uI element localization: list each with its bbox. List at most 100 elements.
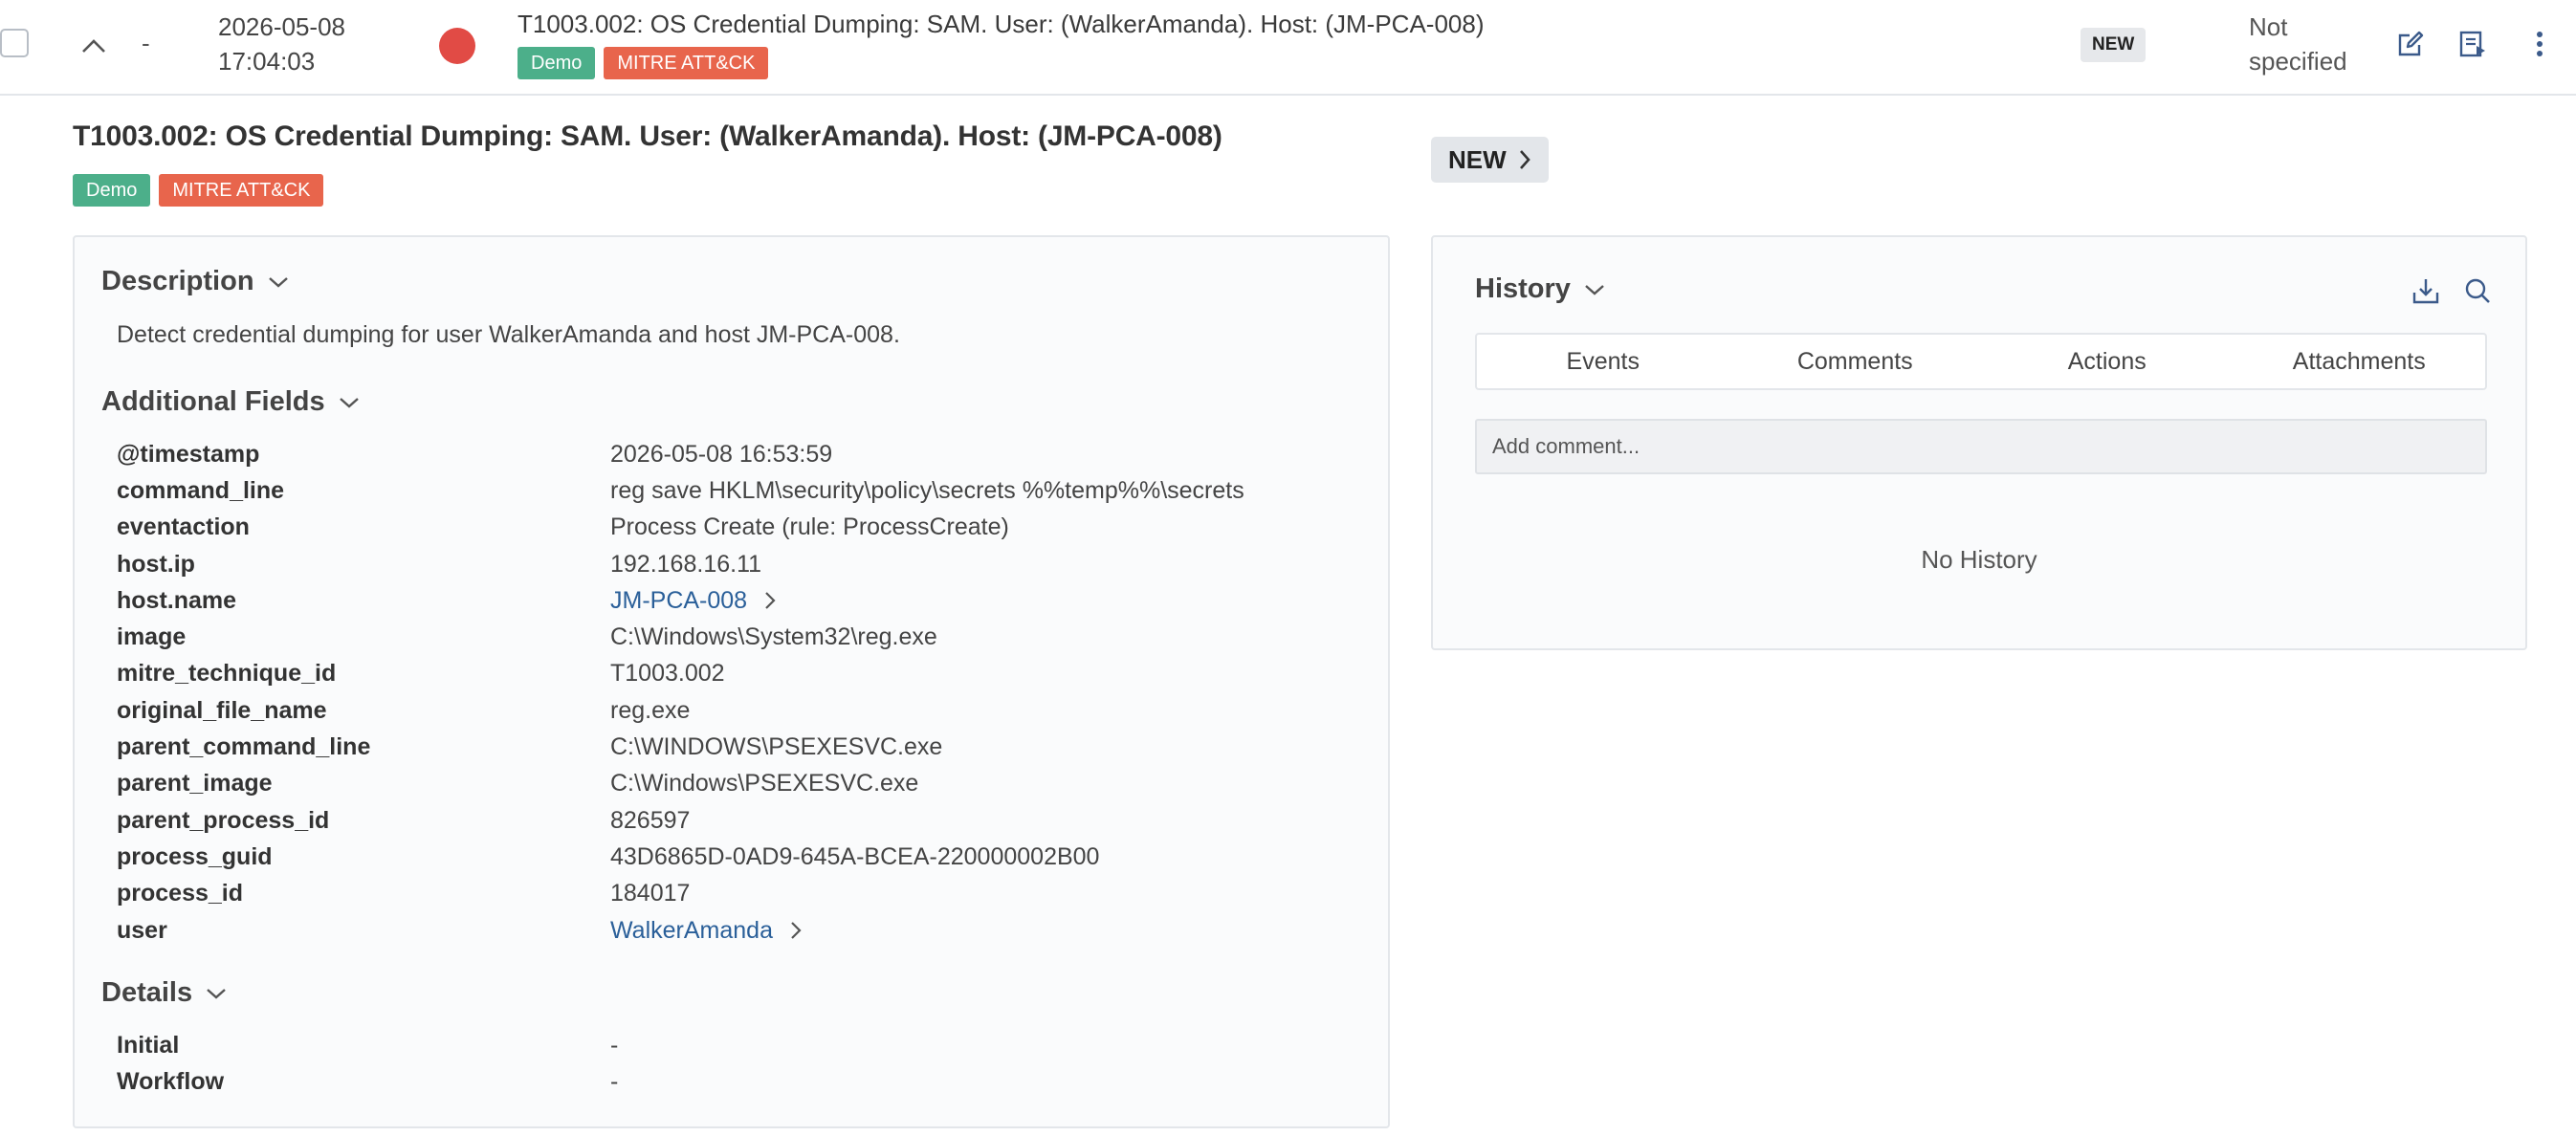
field-key: parent_process_id bbox=[117, 806, 330, 834]
collapse-row-button[interactable] bbox=[77, 29, 111, 63]
field-key: mitre_technique_id bbox=[117, 660, 337, 688]
more-menu-button[interactable] bbox=[2522, 27, 2557, 61]
chevron-right-icon bbox=[1519, 150, 1530, 169]
additional-fields-section-toggle[interactable]: Additional Fields bbox=[101, 386, 360, 418]
field-row: original_file_name reg.exe bbox=[117, 692, 1360, 729]
field-key: parent_command_line bbox=[117, 733, 371, 761]
field-key: process_guid bbox=[117, 842, 273, 870]
tag-demo[interactable]: Demo bbox=[73, 174, 151, 207]
field-row: command_line reg save HKLM\security\poli… bbox=[117, 472, 1360, 509]
user-value[interactable]: WalkerAmanda bbox=[610, 917, 773, 945]
history-section-toggle[interactable]: History bbox=[1475, 273, 1605, 305]
alert-datetime: 2026-05-08 17:04:03 bbox=[218, 10, 345, 78]
field-key: user bbox=[117, 916, 167, 944]
field-row: eventaction Process Create (rule: Proces… bbox=[117, 510, 1360, 546]
tag-mitre[interactable]: MITRE ATT&CK bbox=[604, 47, 769, 79]
run-playbook-icon bbox=[2459, 31, 2485, 57]
field-row: process_guid 43D6865D-0AD9-645A-BCEA-220… bbox=[117, 839, 1360, 875]
field-value: Process Create (rule: ProcessCreate) bbox=[610, 513, 1009, 541]
more-vertical-icon bbox=[2537, 32, 2543, 56]
alert-row[interactable]: - 2026-05-08 17:04:03 T1003.002: OS Cred… bbox=[0, 0, 2576, 96]
field-value: 826597 bbox=[610, 806, 691, 834]
field-value: reg save HKLM\security\policy\secrets %%… bbox=[610, 476, 1244, 504]
download-history-button[interactable] bbox=[2407, 272, 2445, 310]
field-value: - bbox=[610, 1067, 619, 1095]
field-row: @timestamp 2026-05-08 16:53:59 bbox=[117, 436, 1360, 472]
field-value: C:\Windows\PSEXESVC.exe bbox=[610, 770, 919, 797]
history-tabs: Events Comments Actions Attachments bbox=[1475, 333, 2487, 390]
additional-fields-heading: Additional Fields bbox=[101, 386, 325, 417]
user-link[interactable]: WalkerAmanda bbox=[610, 917, 802, 945]
alert-detail-tags: Demo MITRE ATT&CK bbox=[73, 174, 324, 207]
tab-actions[interactable]: Actions bbox=[1981, 335, 2234, 388]
edit-icon bbox=[2398, 31, 2424, 56]
alert-detail-title: T1003.002: OS Credential Dumping: SAM. U… bbox=[73, 120, 1222, 152]
field-key: host.ip bbox=[117, 550, 195, 578]
host-name-value[interactable]: JM-PCA-008 bbox=[610, 587, 747, 615]
download-icon bbox=[2412, 279, 2439, 304]
status-transition-button[interactable]: NEW bbox=[1431, 137, 1549, 183]
field-row: mitre_technique_id T1003.002 bbox=[117, 656, 1360, 692]
field-row: parent_image C:\Windows\PSEXESVC.exe bbox=[117, 766, 1360, 802]
chevron-right-icon bbox=[791, 922, 802, 939]
history-panel: History Events Comments Actions Attachme… bbox=[1431, 235, 2527, 650]
field-row: image C:\Windows\System32\reg.exe bbox=[117, 619, 1360, 655]
search-history-button[interactable] bbox=[2458, 272, 2497, 310]
add-comment-input[interactable] bbox=[1475, 419, 2487, 474]
field-value: T1003.002 bbox=[610, 660, 725, 688]
field-key: original_file_name bbox=[117, 696, 327, 724]
row-dash: - bbox=[142, 29, 150, 57]
chevron-down-icon bbox=[1585, 284, 1604, 295]
details-section-toggle[interactable]: Details bbox=[101, 977, 227, 1009]
field-value: - bbox=[610, 1031, 619, 1059]
host-name-link[interactable]: JM-PCA-008 bbox=[610, 587, 776, 615]
tab-events[interactable]: Events bbox=[1477, 335, 1729, 388]
field-value: 184017 bbox=[610, 880, 691, 907]
description-section-toggle[interactable]: Description bbox=[101, 266, 289, 297]
field-row: parent_process_id 826597 bbox=[117, 802, 1360, 839]
field-value: 2026-05-08 16:53:59 bbox=[610, 440, 833, 468]
field-row: user WalkerAmanda bbox=[117, 912, 1360, 949]
field-row: process_id 184017 bbox=[117, 876, 1360, 912]
field-value: reg.exe bbox=[610, 696, 691, 724]
chevron-up-icon bbox=[82, 39, 105, 53]
details-heading: Details bbox=[101, 977, 193, 1008]
alert-row-tags: Demo MITRE ATT&CK bbox=[517, 47, 769, 79]
assignee-value: Not specified bbox=[2249, 10, 2347, 78]
description-text: Detect credential dumping for user Walke… bbox=[117, 321, 900, 348]
alert-row-title[interactable]: T1003.002: OS Credential Dumping: SAM. U… bbox=[517, 10, 1485, 39]
tag-mitre[interactable]: MITRE ATT&CK bbox=[159, 174, 324, 207]
chevron-down-icon bbox=[207, 988, 226, 999]
no-history-message: No History bbox=[1921, 545, 2037, 574]
row-checkbox[interactable] bbox=[0, 29, 29, 57]
field-key: command_line bbox=[117, 476, 285, 504]
field-key: eventaction bbox=[117, 513, 250, 541]
alert-date: 2026-05-08 bbox=[218, 12, 345, 41]
field-row: Workflow - bbox=[117, 1063, 1360, 1100]
field-key: parent_image bbox=[117, 770, 273, 797]
field-key: host.name bbox=[117, 586, 237, 614]
additional-fields-list: @timestamp 2026-05-08 16:53:59 command_l… bbox=[117, 436, 1360, 949]
chevron-down-icon bbox=[339, 397, 359, 408]
status-badge: NEW bbox=[2081, 28, 2147, 62]
field-key: Initial bbox=[117, 1031, 180, 1059]
field-value: C:\WINDOWS\PSEXESVC.exe bbox=[610, 733, 943, 761]
alert-page: - 2026-05-08 17:04:03 T1003.002: OS Cred… bbox=[0, 0, 2576, 1136]
field-value: C:\Windows\System32\reg.exe bbox=[610, 623, 937, 651]
tag-demo[interactable]: Demo bbox=[517, 47, 596, 79]
details-list: Initial - Workflow - bbox=[117, 1027, 1360, 1101]
field-row: Initial - bbox=[117, 1027, 1360, 1063]
field-value: 192.168.16.11 bbox=[610, 550, 762, 578]
chevron-down-icon bbox=[268, 276, 288, 288]
field-key: Workflow bbox=[117, 1067, 225, 1095]
edit-button[interactable] bbox=[2393, 27, 2428, 61]
run-playbook-button[interactable] bbox=[2455, 27, 2490, 61]
tab-comments[interactable]: Comments bbox=[1729, 335, 1982, 388]
severity-indicator bbox=[439, 28, 475, 64]
field-row: parent_command_line C:\WINDOWS\PSEXESVC.… bbox=[117, 729, 1360, 765]
status-label: NEW bbox=[1448, 144, 1507, 174]
field-key: @timestamp bbox=[117, 440, 260, 468]
tab-attachments[interactable]: Attachments bbox=[2234, 335, 2486, 388]
assignee-line-2: specified bbox=[2249, 47, 2347, 76]
history-heading: History bbox=[1475, 273, 1571, 304]
